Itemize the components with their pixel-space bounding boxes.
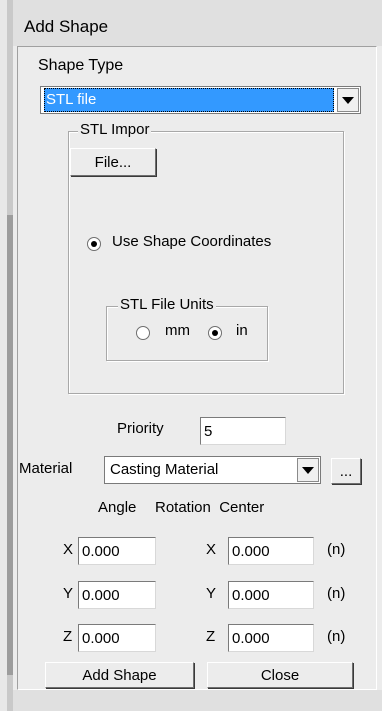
center-y-field[interactable]: [228, 581, 314, 609]
add-shape-button[interactable]: Add Shape: [45, 662, 194, 688]
bottom-frame: [13, 690, 382, 711]
material-value: Casting Material: [110, 461, 219, 478]
window-title: Add Shape: [24, 17, 109, 36]
angle-z-field[interactable]: [78, 624, 156, 652]
units-mm-radio[interactable]: [136, 326, 150, 340]
angle-x-label: X: [63, 541, 74, 558]
chevron-down-icon: [342, 96, 354, 104]
stl-file-units-label: STL File Units: [118, 296, 216, 313]
shape-type-label: Shape Type: [38, 57, 124, 74]
units-in-label: in: [236, 322, 248, 339]
chevron-down-icon: [302, 466, 314, 474]
center-x-unit: (n): [327, 541, 346, 558]
center-x-field[interactable]: [228, 537, 314, 565]
material-browse-button[interactable]: ...: [331, 458, 361, 484]
angle-y-label: Y: [63, 585, 74, 602]
units-in-radio[interactable]: [208, 326, 222, 340]
center-z-unit: (n): [327, 628, 346, 645]
angle-x-field[interactable]: [78, 537, 156, 565]
file-button[interactable]: File...: [70, 148, 156, 176]
center-z-label: Z: [206, 628, 216, 645]
stl-import-group-label: STL Impor: [78, 121, 152, 138]
priority-field[interactable]: [200, 417, 286, 445]
material-select[interactable]: Casting Material: [104, 456, 321, 484]
use-shape-coordinates-radio[interactable]: [87, 237, 101, 251]
angle-header: Angle: [98, 499, 137, 516]
center-x-label: X: [206, 541, 217, 558]
add-shape-window: Add Shape Shape Type STL file STL Impor …: [0, 0, 382, 711]
units-mm-label: mm: [165, 322, 190, 339]
angle-z-label: Z: [63, 628, 73, 645]
material-label: Material: [19, 460, 73, 477]
window-left-edge: [0, 0, 7, 711]
close-button[interactable]: Close: [207, 662, 353, 688]
angle-y-field[interactable]: [78, 581, 156, 609]
use-shape-coordinates-label: Use Shape Coordinates: [112, 233, 272, 250]
center-y-unit: (n): [327, 585, 346, 602]
shape-type-dropdown-button[interactable]: [337, 88, 359, 112]
priority-label: Priority: [117, 420, 164, 437]
shape-type-select[interactable]: STL file: [40, 86, 361, 114]
rotation-center-header: Rotation Center: [155, 499, 265, 516]
material-dropdown-button[interactable]: [297, 458, 319, 482]
center-z-field[interactable]: [228, 624, 314, 652]
shape-type-value: STL file: [44, 88, 334, 112]
center-y-label: Y: [206, 585, 217, 602]
